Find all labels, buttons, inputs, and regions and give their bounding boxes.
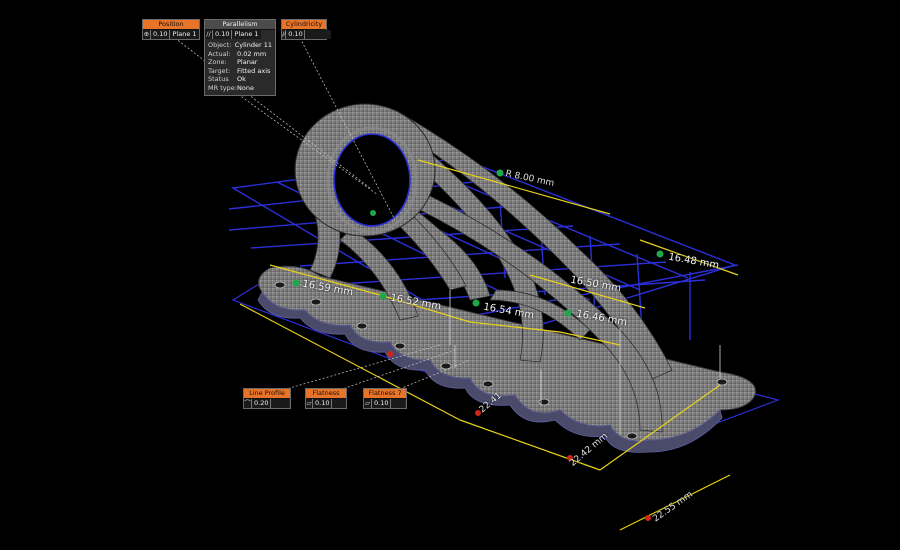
line-profile-icon: ⌒: [244, 399, 252, 408]
detail-value: Planar: [237, 58, 258, 67]
cylindricity-tolerance-tag[interactable]: Cylindricity /⁄ 0.10: [281, 19, 332, 40]
parallelism-icon: //: [205, 30, 213, 39]
line-profile-empty-cell: [271, 399, 290, 408]
position-tolerance-tag[interactable]: Position ⊕ 0.10 Plane 1: [142, 19, 200, 40]
detail-row: Object: Cylinder 11: [208, 41, 272, 50]
flatness-tag-title: Flatness: [306, 389, 346, 398]
parallelism-tolerance: 0.10: [213, 30, 233, 39]
parallelism-tag-title: Parallelism: [205, 20, 275, 29]
position-tag-title: Position: [143, 20, 199, 29]
detail-row: Actual: 0.02 mm: [208, 50, 272, 59]
flatness-tolerance-tag[interactable]: Flatness ▱ 0.10: [305, 388, 347, 409]
flatness-7-tolerance: 0.10: [372, 399, 392, 408]
detail-key: Object:: [208, 41, 232, 49]
detail-value: Ok: [237, 75, 246, 84]
detail-value: 0.02 mm: [237, 49, 267, 58]
line-profile-tolerance: 0.20: [252, 399, 272, 408]
detail-key: MR type:: [208, 83, 237, 92]
detail-row: Status Ok: [208, 75, 272, 84]
cylindricity-tolerance: 0.10: [286, 30, 306, 39]
detail-key: Zone:: [208, 58, 227, 67]
flatness-7-tolerance-tag[interactable]: Flatness 7 ▱ 0.10: [363, 388, 407, 409]
flatness-7-icon: ▱: [364, 399, 372, 408]
detail-value: Cylinder 11: [234, 41, 272, 49]
detail-row: Target: Fitted axis: [208, 67, 272, 76]
detail-value: None: [237, 83, 254, 92]
flatness-icon: ▱: [306, 399, 313, 408]
detail-key: Actual:: [208, 49, 231, 58]
detail-key: Status: [208, 75, 229, 84]
line-profile-tolerance-tag[interactable]: Line Profile ⌒ 0.20: [243, 388, 291, 409]
parallelism-tolerance-tag[interactable]: Parallelism // 0.10 Plane 1 Object: Cylin…: [204, 19, 276, 96]
detail-value: Fitted axis: [237, 66, 271, 75]
position-reference: Plane 1: [170, 30, 199, 39]
flatness-7-empty-cell: [391, 399, 406, 408]
position-icon: ⊕: [143, 30, 151, 39]
detail-row: MR type: None: [208, 84, 272, 93]
cylindricity-tag-title: Cylindricity: [282, 20, 326, 29]
flatness-7-tag-title: Flatness 7: [364, 389, 406, 398]
cylindricity-empty-cell: [305, 30, 332, 39]
flatness-empty-cell: [332, 399, 346, 408]
parallelism-reference: Plane 1: [232, 30, 261, 39]
flatness-tolerance: 0.10: [313, 399, 332, 408]
3d-viewport[interactable]: Position ⊕ 0.10 Plane 1 Parallelism // 0…: [0, 0, 900, 550]
part-ring: [294, 103, 436, 237]
detail-key: Target:: [208, 66, 231, 75]
parallelism-details: Object: Cylinder 11 Actual: 0.02 mm Zone: P…: [205, 39, 275, 95]
part-scene[interactable]: [0, 0, 900, 550]
position-tolerance: 0.10: [151, 30, 171, 39]
line-profile-tag-title: Line Profile: [244, 389, 290, 398]
detail-row: Zone: Planar: [208, 58, 272, 67]
